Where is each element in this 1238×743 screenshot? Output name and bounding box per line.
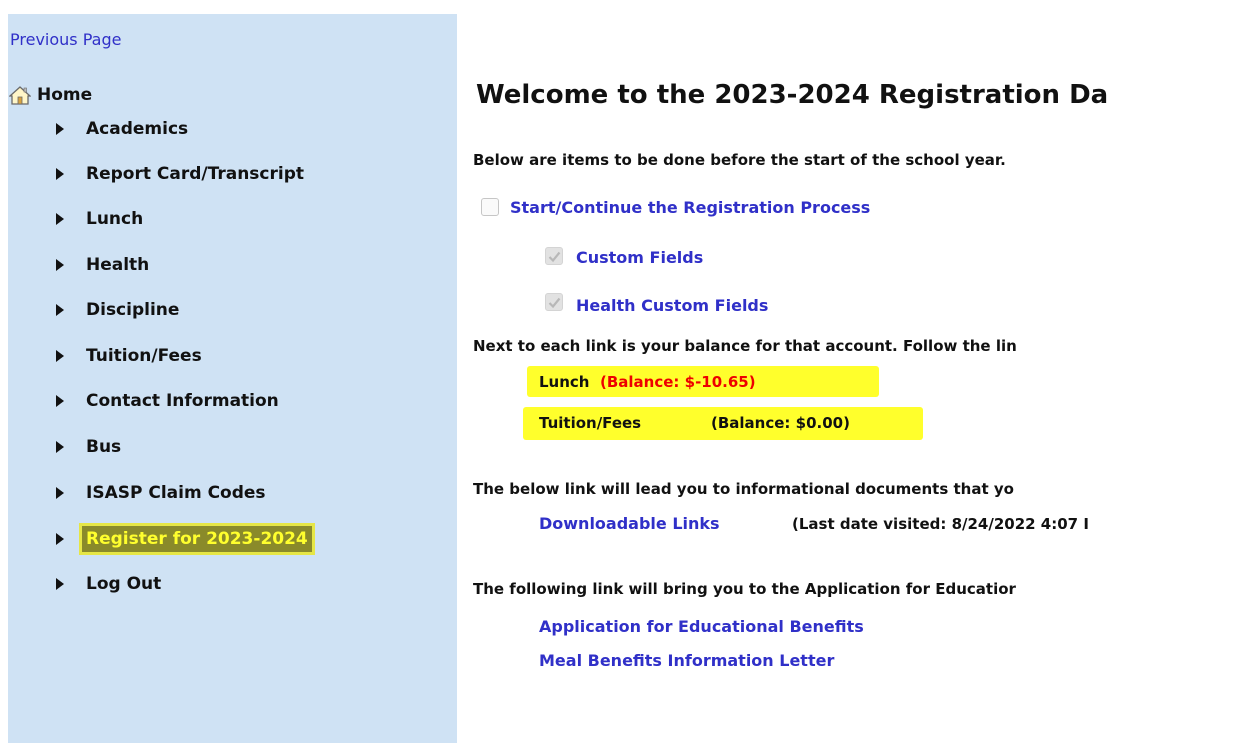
sidebar: Previous Page Home Academics Report Card… [8, 14, 457, 743]
sidebar-item-label: Academics [86, 119, 189, 139]
home-label: Home [37, 85, 93, 105]
sidebar-item-tuition-fees[interactable]: Tuition/Fees [56, 341, 202, 371]
sidebar-item-contact-information[interactable]: Contact Information [56, 386, 279, 416]
triangle-right-icon [56, 395, 64, 407]
sidebar-item-discipline[interactable]: Discipline [56, 295, 179, 325]
triangle-right-icon [56, 441, 64, 453]
sidebar-item-label: Discipline [86, 300, 180, 320]
meal-benefits-letter-link[interactable]: Meal Benefits Information Letter [539, 651, 834, 670]
last-visited-text: (Last date visited: 8/24/2022 4:07 I [792, 515, 1089, 533]
sidebar-item-log-out[interactable]: Log Out [56, 569, 161, 599]
triangle-right-icon [56, 487, 64, 499]
lunch-account-link[interactable]: Lunch [539, 373, 590, 391]
custom-fields-link[interactable]: Custom Fields [576, 248, 703, 267]
main-content: Welcome to the 2023-2024 Registration Da… [457, 14, 1238, 743]
health-custom-fields-link[interactable]: Health Custom Fields [576, 296, 768, 315]
sidebar-item-report-card[interactable]: Report Card/Transcript [56, 159, 304, 189]
checkmark-icon [548, 297, 561, 309]
triangle-right-icon [56, 533, 64, 545]
start-registration-checkbox[interactable] [481, 198, 499, 216]
page-title: Welcome to the 2023-2024 Registration Da [476, 80, 1109, 110]
sidebar-item-label: Log Out [86, 574, 162, 594]
application-intro-text: The following link will bring you to the… [473, 580, 1016, 598]
previous-page-link[interactable]: Previous Page [10, 30, 121, 49]
sidebar-item-label: Register for 2023-2024 [82, 526, 312, 552]
sidebar-item-label: Health [86, 255, 150, 275]
application-benefits-link[interactable]: Application for Educational Benefits [539, 617, 864, 636]
sidebar-item-label: Bus [86, 437, 122, 457]
sidebar-item-label: Tuition/Fees [86, 346, 202, 366]
custom-fields-checkbox [545, 247, 563, 265]
sidebar-item-isasp-claim-codes[interactable]: ISASP Claim Codes [56, 478, 266, 508]
balance-intro-text: Next to each link is your balance for th… [473, 337, 1017, 355]
sidebar-item-bus[interactable]: Bus [56, 432, 121, 462]
top-strip [0, 0, 1238, 7]
sidebar-item-label: Lunch [86, 209, 144, 229]
triangle-right-icon [56, 213, 64, 225]
sidebar-item-lunch[interactable]: Lunch [56, 204, 143, 234]
home-icon [9, 86, 31, 105]
triangle-right-icon [56, 304, 64, 316]
downloadable-links-link[interactable]: Downloadable Links [539, 514, 720, 533]
sidebar-item-label: ISASP Claim Codes [86, 483, 266, 503]
sidebar-item-health[interactable]: Health [56, 250, 149, 280]
triangle-right-icon [56, 123, 64, 135]
sidebar-item-academics[interactable]: Academics [56, 114, 188, 144]
sidebar-item-register[interactable]: Register for 2023-2024 [56, 524, 312, 554]
sidebar-item-label: Contact Information [86, 391, 279, 411]
triangle-right-icon [56, 259, 64, 271]
tuition-balance: (Balance: $0.00) [711, 414, 850, 432]
checkmark-icon [548, 251, 561, 263]
lunch-balance: (Balance: $-10.65) [600, 373, 756, 391]
triangle-right-icon [56, 578, 64, 590]
triangle-right-icon [56, 350, 64, 362]
health-custom-fields-checkbox [545, 293, 563, 311]
documents-intro-text: The below link will lead you to informat… [473, 480, 1014, 498]
tuition-account-link[interactable]: Tuition/Fees [539, 414, 641, 432]
sidebar-item-label: Report Card/Transcript [86, 164, 304, 184]
home-link[interactable]: Home [9, 82, 92, 108]
start-registration-link[interactable]: Start/Continue the Registration Process [510, 198, 870, 217]
triangle-right-icon [56, 168, 64, 180]
intro-text: Below are items to be done before the st… [473, 151, 1006, 169]
